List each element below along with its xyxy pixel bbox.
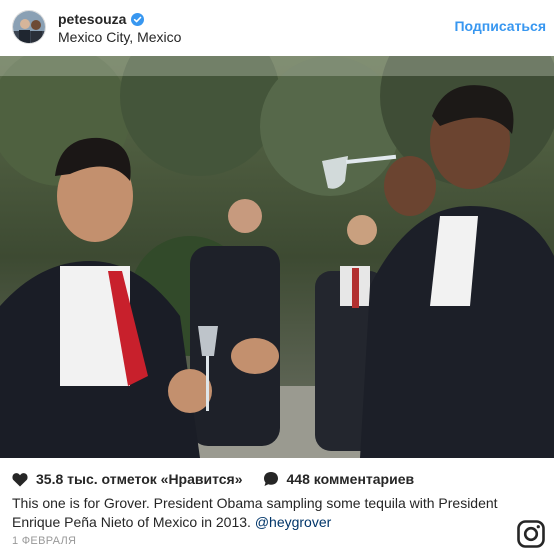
likes-count[interactable]: 35.8 тыс. отметок «Нравится»: [36, 471, 243, 487]
post-caption: This one is for Grover. President Obama …: [12, 494, 512, 532]
post-actions: 35.8 тыс. отметок «Нравится» 448 коммент…: [12, 469, 414, 489]
post-photo[interactable]: [0, 56, 554, 458]
post-date[interactable]: 1 ФЕВРАЛЯ: [12, 535, 76, 547]
comments-count[interactable]: 448 комментариев: [287, 471, 415, 487]
instagram-logo-icon[interactable]: [517, 520, 545, 548]
avatar[interactable]: [12, 10, 46, 44]
verified-badge-icon: [131, 12, 145, 26]
follow-button[interactable]: Подписаться: [454, 18, 546, 34]
username-link[interactable]: petesouza: [58, 11, 126, 27]
heart-icon[interactable]: [12, 472, 28, 487]
instagram-embed-post: petesouza Mexico City, Mexico Подписатьс…: [0, 0, 554, 550]
username-row: petesouza: [58, 10, 145, 28]
comment-bubble-icon[interactable]: [263, 471, 279, 487]
location-link[interactable]: Mexico City, Mexico: [58, 29, 181, 45]
post-header: petesouza Mexico City, Mexico Подписатьс…: [0, 0, 554, 56]
mention-link[interactable]: @heygrover: [255, 514, 331, 530]
